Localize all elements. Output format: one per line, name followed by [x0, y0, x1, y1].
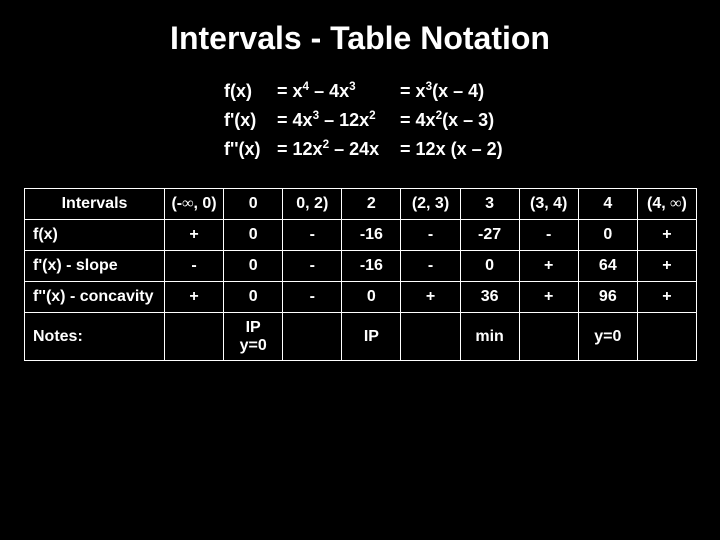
eq-f-mid: = x4 – 4x3 [277, 81, 395, 102]
cell: 0 [342, 282, 401, 313]
notes-cell [283, 313, 342, 361]
cell: 0 [224, 251, 283, 282]
cell: 96 [578, 282, 637, 313]
col-8: (4, ∞) [637, 189, 696, 220]
eq-fpp-mid: = 12x2 – 24x [277, 139, 395, 160]
table-header-row: Intervals (-∞, 0) 0 0, 2) 2 (2, 3) 3 (3,… [25, 189, 697, 220]
table-row: f'(x) - slope - 0 - -16 - 0 + 64 + [25, 251, 697, 282]
notes-cell [401, 313, 460, 361]
notes-cell [165, 313, 224, 361]
eq-fp-rhs: = 4x2(x – 3) [400, 110, 494, 131]
eq-fpp-lhs: f''(x) [224, 139, 272, 160]
equations-block: f(x) = x4 – 4x3 = x3(x – 4) f'(x) = 4x3 … [224, 81, 696, 160]
row-fp-label: f'(x) - slope [25, 251, 165, 282]
col-1: 0 [224, 189, 283, 220]
eq-f-rhs: = x3(x – 4) [400, 81, 484, 102]
col-3: 2 [342, 189, 401, 220]
cell: + [637, 282, 696, 313]
cell: -16 [342, 220, 401, 251]
cell: - [401, 251, 460, 282]
col-7: 4 [578, 189, 637, 220]
cell: 64 [578, 251, 637, 282]
notes-cell: IP [342, 313, 401, 361]
col-6: (3, 4) [519, 189, 578, 220]
cell: - [519, 220, 578, 251]
cell: + [165, 220, 224, 251]
notes-cell: IP y=0 [224, 313, 283, 361]
cell: + [401, 282, 460, 313]
cell: + [519, 282, 578, 313]
slide-title: Intervals - Table Notation [24, 20, 696, 57]
cell: 0 [460, 251, 519, 282]
eq-fp-mid: = 4x3 – 12x2 [277, 110, 395, 131]
row-notes-label: Notes: [25, 313, 165, 361]
row-f-label: f(x) [25, 220, 165, 251]
equation-f: f(x) = x4 – 4x3 = x3(x – 4) [224, 81, 696, 102]
intervals-table: Intervals (-∞, 0) 0 0, 2) 2 (2, 3) 3 (3,… [24, 188, 697, 361]
cell: - [283, 220, 342, 251]
cell: - [401, 220, 460, 251]
table-row: f''(x) - concavity + 0 - 0 + 36 + 96 + [25, 282, 697, 313]
cell: + [519, 251, 578, 282]
notes-cell: min [460, 313, 519, 361]
col-4: (2, 3) [401, 189, 460, 220]
cell: -16 [342, 251, 401, 282]
cell: + [637, 251, 696, 282]
col-2: 0, 2) [283, 189, 342, 220]
table-row-notes: Notes: IP y=0 IP min y=0 [25, 313, 697, 361]
cell: - [283, 251, 342, 282]
header-intervals: Intervals [25, 189, 165, 220]
cell: 0 [224, 220, 283, 251]
cell: + [637, 220, 696, 251]
equation-fdoubleprime: f''(x) = 12x2 – 24x = 12x (x – 2) [224, 139, 696, 160]
cell: - [283, 282, 342, 313]
cell: 36 [460, 282, 519, 313]
notes-cell [519, 313, 578, 361]
table-row: f(x) + 0 - -16 - -27 - 0 + [25, 220, 697, 251]
notes-cell [637, 313, 696, 361]
row-fpp-label: f''(x) - concavity [25, 282, 165, 313]
eq-fpp-rhs: = 12x (x – 2) [400, 139, 503, 160]
cell: + [165, 282, 224, 313]
cell: 0 [578, 220, 637, 251]
cell: -27 [460, 220, 519, 251]
cell: - [165, 251, 224, 282]
notes-cell: y=0 [578, 313, 637, 361]
equation-fprime: f'(x) = 4x3 – 12x2 = 4x2(x – 3) [224, 110, 696, 131]
cell: 0 [224, 282, 283, 313]
eq-f-lhs: f(x) [224, 81, 272, 102]
eq-fp-lhs: f'(x) [224, 110, 272, 131]
col-0: (-∞, 0) [165, 189, 224, 220]
col-5: 3 [460, 189, 519, 220]
